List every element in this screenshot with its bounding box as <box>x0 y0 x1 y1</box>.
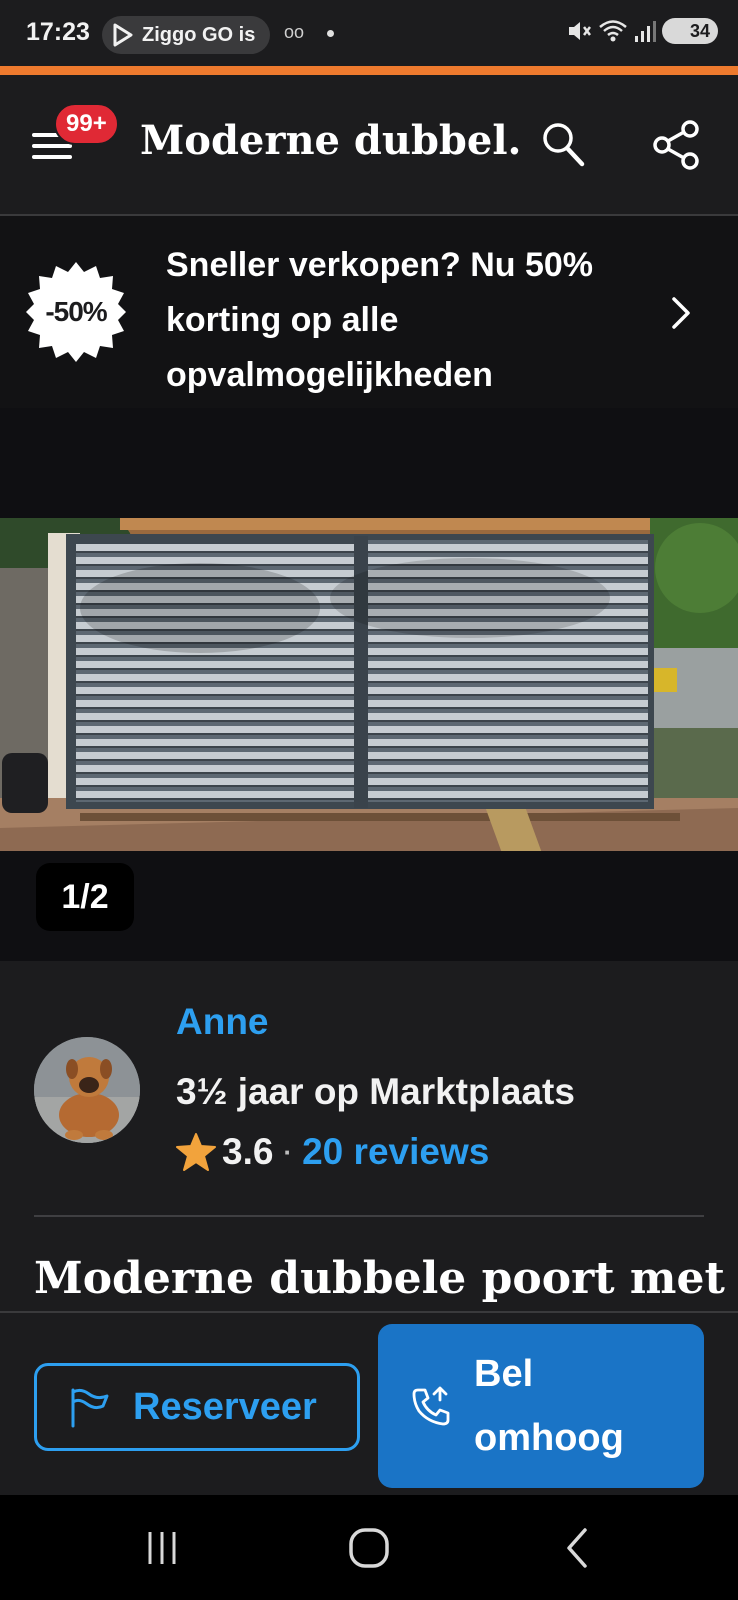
wifi-icon <box>599 20 627 42</box>
seller-name[interactable]: Anne <box>176 1001 269 1043</box>
reviews-link[interactable]: 20 reviews <box>302 1131 489 1173</box>
notification-text: Ziggo GO is <box>142 23 256 46</box>
promo-text: Sneller verkopen? Nu 50% korting op alle… <box>166 246 594 394</box>
member-since: 3½ jaar op Marktplaats <box>176 1071 575 1112</box>
recent-apps-button[interactable] <box>132 1523 192 1573</box>
voicemail-icon: oo <box>284 22 305 42</box>
listing-title: Moderne dubbele poort met <box>34 1253 725 1304</box>
share-button[interactable] <box>646 115 706 175</box>
seller-rating: 3.6 · 20 reviews <box>176 1131 489 1173</box>
listing-photo[interactable] <box>0 518 738 851</box>
home-button[interactable] <box>339 1523 399 1573</box>
discount-seal: -50% <box>24 260 128 364</box>
notification-pill[interactable]: Ziggo GO is <box>102 16 270 54</box>
page-title: Moderne dubbel... <box>140 117 520 164</box>
promo-banner[interactable]: -50% Sneller verkopen? Nu 50% korting op… <box>0 216 738 408</box>
avatar[interactable] <box>34 1037 140 1143</box>
search-icon <box>543 123 585 167</box>
seller-section: Anne 3½ jaar op Marktplaats 3.6 · 20 rev… <box>0 961 738 1311</box>
divider <box>34 1215 704 1217</box>
mute-icon <box>569 22 591 40</box>
recent-apps-icon <box>148 1532 176 1564</box>
search-button[interactable] <box>534 115 594 175</box>
discount-label: -50% <box>45 296 107 327</box>
star-icon <box>176 1133 216 1171</box>
battery-icon: 34 <box>662 18 718 44</box>
brand-accent-line <box>0 66 738 75</box>
more-notifications-dot <box>327 30 334 37</box>
system-nav-bar <box>0 1495 738 1600</box>
status-time: 17:23 <box>26 18 90 46</box>
signal-icon <box>635 21 656 42</box>
home-icon <box>349 1528 389 1568</box>
share-icon <box>653 120 699 170</box>
rating-separator: · <box>283 1136 293 1167</box>
call-label: Bel omhoog <box>474 1353 624 1459</box>
notification-badge: 99+ <box>54 103 119 145</box>
phone-outgoing-icon <box>410 1384 454 1433</box>
back-button[interactable] <box>546 1523 606 1573</box>
reserve-label: Reserveer <box>133 1385 317 1428</box>
image-gallery[interactable]: 1/2 <box>0 408 738 961</box>
app-header: 99+ Moderne dubbel... <box>0 75 738 216</box>
reserve-button[interactable]: Reserveer <box>34 1363 360 1451</box>
rating-value: 3.6 <box>222 1131 274 1172</box>
call-button[interactable]: Bel omhoog <box>378 1324 704 1488</box>
action-bar: Reserveer Bel omhoog <box>0 1311 738 1495</box>
image-counter: 1/2 <box>36 863 134 931</box>
status-bar: 17:23 Ziggo GO is oo 34 <box>0 0 738 66</box>
play-icon <box>113 23 133 47</box>
back-icon <box>567 1528 587 1568</box>
chevron-right-icon <box>670 296 692 335</box>
status-icons: 34 <box>566 18 718 44</box>
flag-icon <box>71 1388 109 1428</box>
